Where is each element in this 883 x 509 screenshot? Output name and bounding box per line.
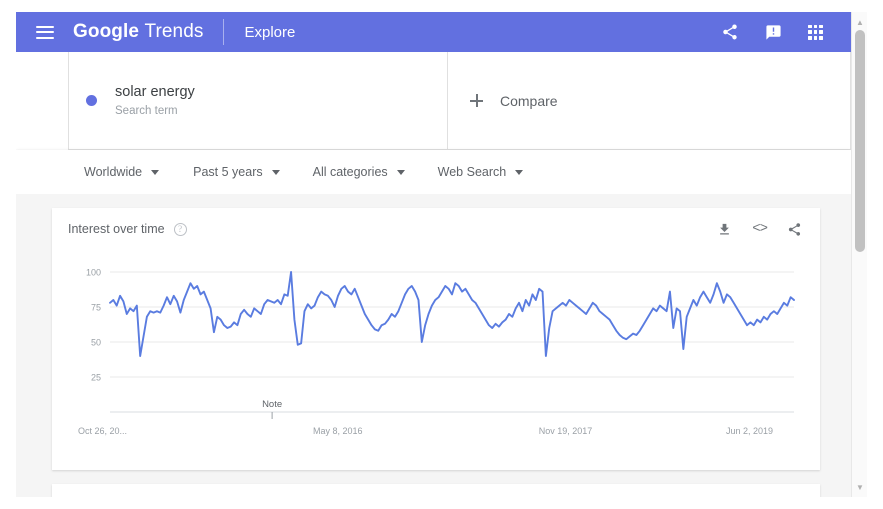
browser-viewport: Google Trends Explore solar energy Searc…	[16, 12, 867, 497]
filter-bar: Worldwide Past 5 years All categories We…	[16, 150, 851, 194]
scrollbar-thumb[interactable]	[855, 30, 865, 252]
chart-series-line[interactable]	[109, 271, 795, 357]
hamburger-menu-icon[interactable]	[36, 25, 54, 39]
help-circle-icon[interactable]: ?	[173, 222, 187, 236]
next-card-partial	[52, 484, 820, 497]
filter-category-dropdown[interactable]: All categories	[313, 165, 405, 179]
chevron-down-icon	[271, 169, 280, 175]
brand-google-text: Google	[73, 21, 140, 42]
plus-icon	[470, 94, 483, 107]
download-icon[interactable]	[717, 222, 732, 237]
chevron-down-icon	[515, 169, 524, 175]
app-header-bar: Google Trends Explore	[16, 12, 851, 52]
compare-button[interactable]: Compare	[448, 52, 851, 150]
scroll-down-arrow-icon[interactable]: ▼	[852, 479, 867, 495]
feedback-icon[interactable]	[765, 24, 782, 41]
header-actions	[721, 23, 823, 41]
card-header: Interest over time ? <>	[52, 208, 820, 250]
filter-location-dropdown[interactable]: Worldwide	[84, 165, 160, 179]
chart-y-tick-label: 50	[91, 338, 101, 348]
google-trends-logo[interactable]: Google Trends	[73, 21, 203, 43]
filter-time-dropdown[interactable]: Past 5 years	[193, 165, 280, 179]
search-term-row: solar energy Search term Compare	[16, 52, 851, 150]
card-title: Interest over time	[68, 222, 165, 236]
share-icon[interactable]	[787, 222, 802, 237]
chart-y-tick-label: 25	[91, 373, 101, 383]
chart-y-tick-label: 100	[86, 268, 101, 278]
header-divider	[223, 19, 225, 45]
chevron-down-icon	[396, 169, 405, 175]
filter-time-label: Past 5 years	[193, 165, 263, 179]
search-term-type: Search term	[115, 104, 178, 117]
chart-x-tick-label: Oct 26, 20...	[78, 426, 127, 436]
filter-search-type-label: Web Search	[437, 165, 507, 179]
google-trends-page: Google Trends Explore solar energy Searc…	[0, 0, 883, 509]
trend-line-chart[interactable]: 25 50 75 100 Note Oct 26, 20... May 8, 2016 Nov…	[68, 250, 804, 446]
chart-x-tick-label: Nov 19, 2017	[539, 426, 593, 436]
compare-label: Compare	[500, 92, 558, 109]
search-term-name: solar energy	[115, 83, 195, 100]
filter-location-label: Worldwide	[84, 165, 143, 179]
interest-over-time-chart[interactable]: 25 50 75 100 Note Oct 26, 20... May 8, 2016 Nov…	[68, 250, 804, 450]
card-header-partial	[52, 484, 820, 497]
filter-category-label: All categories	[312, 165, 388, 179]
search-term-card[interactable]: solar energy Search term	[68, 52, 448, 150]
chart-x-tick-label: Jun 2, 2019	[726, 426, 773, 436]
brand-trends-text: Trends	[144, 21, 204, 42]
interest-over-time-card: Interest over time ? <> 25 50 75 100 Not…	[52, 208, 820, 470]
apps-grid-icon[interactable]	[808, 24, 823, 40]
series-color-dot	[86, 95, 97, 106]
chart-x-tick-label: May 8, 2016	[313, 426, 363, 436]
scroll-up-arrow-icon[interactable]: ▲	[852, 14, 867, 30]
results-scroll-area[interactable]: Interest over time ? <> 25 50 75 100 Not…	[16, 194, 851, 497]
chart-note-label[interactable]: Note	[262, 399, 282, 410]
chevron-down-icon	[151, 169, 160, 175]
card-action-icons: <>	[717, 222, 802, 237]
embed-code-icon[interactable]: <>	[752, 222, 768, 236]
chart-y-tick-label: 75	[91, 303, 101, 313]
page-scrollbar[interactable]: ▲ ▼	[851, 12, 867, 497]
explore-nav-link[interactable]: Explore	[244, 24, 295, 41]
search-term-text: solar energy Search term	[115, 83, 195, 119]
filter-search-type-dropdown[interactable]: Web Search	[438, 165, 524, 179]
share-icon[interactable]	[721, 23, 739, 41]
